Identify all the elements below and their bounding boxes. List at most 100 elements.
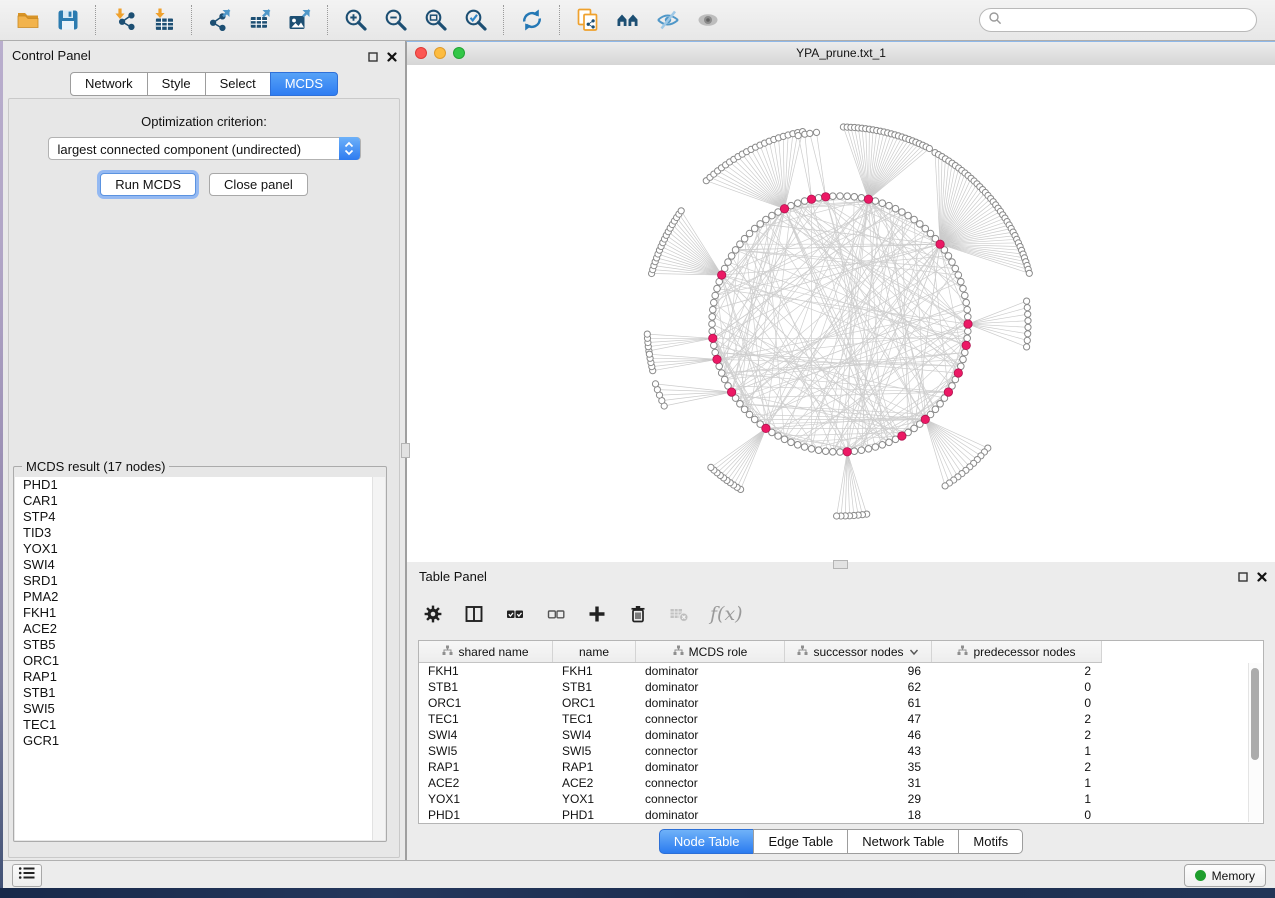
export-network-icon[interactable] bbox=[200, 4, 240, 36]
zoom-selected-icon[interactable] bbox=[456, 4, 496, 36]
tab-select[interactable]: Select bbox=[205, 72, 271, 96]
mcds-node-item[interactable]: PHD1 bbox=[15, 477, 385, 493]
run-mcds-button[interactable]: Run MCDS bbox=[100, 173, 196, 196]
table-row[interactable]: ACE2ACE2connector311 bbox=[419, 775, 1263, 791]
zoom-fit-icon[interactable] bbox=[416, 4, 456, 36]
mcds-node-item[interactable]: STB1 bbox=[15, 685, 385, 701]
network-graph[interactable] bbox=[407, 65, 1275, 562]
first-neighbors-icon[interactable] bbox=[608, 4, 648, 36]
table-cell[interactable]: 2 bbox=[932, 727, 1102, 743]
copy-network-icon[interactable] bbox=[568, 4, 608, 36]
table-cell[interactable]: RAP1 bbox=[553, 759, 636, 775]
tab-motifs[interactable]: Motifs bbox=[958, 829, 1023, 854]
table-cell[interactable]: 0 bbox=[932, 679, 1102, 695]
table-cell[interactable]: 2 bbox=[932, 663, 1102, 679]
table-cell[interactable]: PHD1 bbox=[553, 807, 636, 823]
tab-network-table[interactable]: Network Table bbox=[847, 829, 959, 854]
table-cell[interactable]: ORC1 bbox=[419, 695, 553, 711]
table-row[interactable]: SWI4SWI4dominator462 bbox=[419, 727, 1263, 743]
table-cell[interactable]: dominator bbox=[636, 695, 785, 711]
close-panel-icon[interactable] bbox=[387, 49, 397, 67]
table-cell[interactable]: 2 bbox=[932, 711, 1102, 727]
tab-network[interactable]: Network bbox=[70, 72, 148, 96]
table-row[interactable]: SWI5SWI5connector431 bbox=[419, 743, 1263, 759]
save-session-icon[interactable] bbox=[48, 4, 88, 36]
mcds-node-item[interactable]: FKH1 bbox=[15, 605, 385, 621]
table-row[interactable]: TEC1TEC1connector472 bbox=[419, 711, 1263, 727]
window-minimize-traffic-light[interactable] bbox=[434, 47, 446, 59]
table-cell[interactable]: connector bbox=[636, 711, 785, 727]
function-builder-icon[interactable]: f(x) bbox=[710, 603, 743, 625]
settings-icon[interactable] bbox=[423, 604, 443, 624]
table-cell[interactable]: SWI4 bbox=[553, 727, 636, 743]
table-cell[interactable]: 29 bbox=[785, 791, 932, 807]
network-canvas[interactable] bbox=[407, 65, 1275, 562]
table-cell[interactable]: FKH1 bbox=[419, 663, 553, 679]
select-all-icon[interactable] bbox=[505, 604, 525, 624]
search-box[interactable] bbox=[979, 8, 1257, 32]
table-cell[interactable]: dominator bbox=[636, 727, 785, 743]
memory-button[interactable]: Memory bbox=[1184, 864, 1266, 887]
table-cell[interactable]: STB1 bbox=[419, 679, 553, 695]
table-scrollbar-thumb[interactable] bbox=[1251, 668, 1259, 760]
table-cell[interactable]: 61 bbox=[785, 695, 932, 711]
task-history-button[interactable] bbox=[12, 864, 42, 887]
table-cell[interactable]: FKH1 bbox=[553, 663, 636, 679]
table-cell[interactable]: ORC1 bbox=[553, 695, 636, 711]
mcds-node-item[interactable]: PMA2 bbox=[15, 589, 385, 605]
table-cell[interactable]: connector bbox=[636, 791, 785, 807]
show-all-icon[interactable] bbox=[688, 4, 728, 36]
table-cell[interactable]: SWI5 bbox=[419, 743, 553, 759]
mcds-node-item[interactable]: STP4 bbox=[15, 509, 385, 525]
table-cell[interactable]: 43 bbox=[785, 743, 932, 759]
zoom-out-icon[interactable] bbox=[376, 4, 416, 36]
table-cell[interactable]: dominator bbox=[636, 807, 785, 823]
deselect-all-icon[interactable] bbox=[546, 604, 566, 624]
optimization-criterion-select[interactable]: largest connected component (undirected) bbox=[48, 137, 361, 160]
tab-style[interactable]: Style bbox=[147, 72, 206, 96]
table-cell[interactable]: YOX1 bbox=[553, 791, 636, 807]
zoom-in-icon[interactable] bbox=[336, 4, 376, 36]
search-input[interactable] bbox=[1002, 12, 1256, 28]
open-file-icon[interactable] bbox=[8, 4, 48, 36]
import-network-icon[interactable] bbox=[104, 4, 144, 36]
mcds-node-item[interactable]: RAP1 bbox=[15, 669, 385, 685]
table-row[interactable]: PHD1PHD1dominator180 bbox=[419, 807, 1263, 823]
table-cell[interactable]: 1 bbox=[932, 775, 1102, 791]
column-header-predecessor-nodes[interactable]: predecessor nodes bbox=[932, 641, 1102, 662]
network-window-titlebar[interactable]: YPA_prune.txt_1 bbox=[407, 42, 1275, 66]
table-cell[interactable]: 47 bbox=[785, 711, 932, 727]
close-table-panel-icon[interactable] bbox=[1257, 569, 1267, 587]
table-cell[interactable]: dominator bbox=[636, 679, 785, 695]
table-cell[interactable]: 31 bbox=[785, 775, 932, 791]
column-header-successor-nodes[interactable]: successor nodes bbox=[785, 641, 932, 662]
mcds-node-item[interactable]: SWI5 bbox=[15, 701, 385, 717]
table-cell[interactable]: STB1 bbox=[553, 679, 636, 695]
mcds-node-item[interactable]: CAR1 bbox=[15, 493, 385, 509]
tab-mcds[interactable]: MCDS bbox=[270, 72, 338, 96]
column-header-name[interactable]: name bbox=[553, 641, 636, 662]
mcds-node-item[interactable]: ACE2 bbox=[15, 621, 385, 637]
vertical-splitter-grip[interactable] bbox=[401, 443, 410, 458]
table-cell[interactable]: 46 bbox=[785, 727, 932, 743]
horizontal-splitter-grip[interactable] bbox=[833, 560, 848, 569]
table-cell[interactable]: 2 bbox=[932, 759, 1102, 775]
table-cell[interactable]: SWI4 bbox=[419, 727, 553, 743]
table-cell[interactable]: dominator bbox=[636, 663, 785, 679]
add-row-icon[interactable] bbox=[587, 604, 607, 624]
table-cell[interactable]: 35 bbox=[785, 759, 932, 775]
close-panel-button[interactable]: Close panel bbox=[209, 173, 308, 196]
mcds-node-item[interactable]: TEC1 bbox=[15, 717, 385, 733]
mcds-node-item[interactable]: GCR1 bbox=[15, 733, 385, 749]
export-image-icon[interactable] bbox=[280, 4, 320, 36]
table-cell[interactable]: 62 bbox=[785, 679, 932, 695]
show-columns-icon[interactable] bbox=[464, 604, 484, 624]
mcds-list-scrollbar[interactable] bbox=[372, 477, 385, 840]
window-close-traffic-light[interactable] bbox=[415, 47, 427, 59]
mcds-node-item[interactable]: STB5 bbox=[15, 637, 385, 653]
import-table-icon[interactable] bbox=[144, 4, 184, 36]
table-cell[interactable]: 1 bbox=[932, 791, 1102, 807]
column-header-shared-name[interactable]: shared name bbox=[419, 641, 553, 662]
table-cell[interactable]: connector bbox=[636, 743, 785, 759]
table-cell[interactable]: dominator bbox=[636, 759, 785, 775]
